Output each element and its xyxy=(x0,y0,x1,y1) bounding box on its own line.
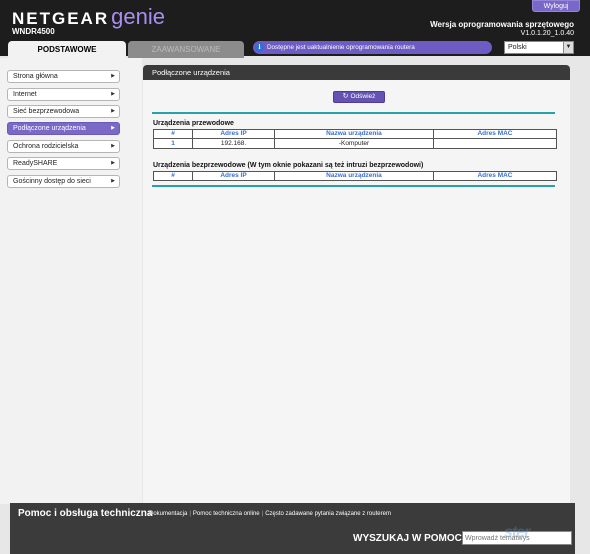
sidebar-item-readyshare[interactable]: ReadySHARE ▶ xyxy=(7,157,120,170)
search-help-label: WYSZUKAJ W POMOCY xyxy=(353,533,469,544)
tab-basic[interactable]: PODSTAWOWE xyxy=(8,41,126,58)
separator: | xyxy=(261,511,264,517)
column-header: Adres MAC xyxy=(433,171,557,181)
device-name: -Komputer xyxy=(274,138,434,149)
tab-advanced[interactable]: ZAAWANSOWANE xyxy=(128,41,244,58)
sidebar-item-home[interactable]: Strona główna ▶ xyxy=(7,70,120,83)
table-row: 1 192.168. -Komputer xyxy=(153,138,557,149)
page-title: Podłączone urządzenia xyxy=(143,65,570,80)
dropdown-arrow-icon: ▼ xyxy=(563,42,573,53)
chevron-right-icon: ▶ xyxy=(111,143,115,149)
chevron-right-icon: ▶ xyxy=(111,91,115,97)
wireless-devices-title: Urządzenia bezprzewodowe (W tym oknie po… xyxy=(153,162,424,169)
sidebar-item-wireless[interactable]: Sieć bezprzewodowa ▶ xyxy=(7,105,120,118)
sidebar-item-attached-devices[interactable]: Podłączone urządzenia ▶ xyxy=(7,122,120,135)
firmware-update-banner[interactable]: i Dostępne jest uaktualnienie oprogramow… xyxy=(253,41,492,54)
separator: | xyxy=(189,511,191,517)
sidebar-item-label: Strona główna xyxy=(13,73,58,80)
chevron-right-icon: ▶ xyxy=(111,160,115,166)
sidebar: Strona główna ▶ Internet ▶ Sieć bezprzew… xyxy=(0,58,142,504)
online-support-link[interactable]: Pomoc techniczna online xyxy=(193,511,260,517)
main-panel: Podłączone urządzenia ↻ Odśwież Urządzeni… xyxy=(143,65,570,504)
language-value: Polski xyxy=(508,44,527,51)
column-header: Adres MAC xyxy=(433,129,557,139)
sidebar-item-internet[interactable]: Internet ▶ xyxy=(7,88,120,101)
column-header: Adres IP xyxy=(192,171,275,181)
column-header: # xyxy=(153,129,193,139)
chevron-right-icon: ▶ xyxy=(111,125,115,131)
refresh-label: Odśwież xyxy=(350,93,376,100)
help-footer: Pomoc i obsługa techniczna Dokumentacja |… xyxy=(10,503,575,554)
update-banner-text: Dostępne jest uaktualnienie oprogramowan… xyxy=(267,44,415,51)
divider xyxy=(152,112,555,114)
column-header: Adres IP xyxy=(192,129,275,139)
sidebar-item-label: ReadySHARE xyxy=(13,160,58,167)
help-title: Pomoc i obsługa techniczna xyxy=(18,508,153,519)
sidebar-item-label: Internet xyxy=(13,91,37,98)
row-number: 1 xyxy=(153,138,193,149)
wired-devices-title: Urządzenia przewodowe xyxy=(153,120,234,127)
documentation-link[interactable]: Dokumentacja xyxy=(149,511,187,517)
ip-address: 192.168. xyxy=(192,138,275,149)
firmware-version: V1.0.1.20_1.0.40 xyxy=(520,30,574,37)
watermark-logo: ster xyxy=(504,524,530,541)
column-header: Nazwa urządzenia xyxy=(274,171,434,181)
info-icon: i xyxy=(255,43,264,52)
chevron-right-icon: ▶ xyxy=(111,73,115,79)
sidebar-item-label: Gościnny dostęp do sieci xyxy=(13,178,91,185)
chevron-right-icon: ▶ xyxy=(111,178,115,184)
sidebar-item-parental-controls[interactable]: Ochrona rodzicielska ▶ xyxy=(7,140,120,153)
column-header: # xyxy=(153,171,193,181)
faq-link[interactable]: Często zadawane pytania związane z route… xyxy=(265,511,391,517)
sidebar-item-label: Podłączone urządzenia xyxy=(13,125,86,132)
router-model: WNDR4500 xyxy=(12,27,55,36)
mac-address xyxy=(433,138,557,149)
sidebar-item-label: Sieć bezprzewodowa xyxy=(13,108,80,115)
sidebar-item-guest-network[interactable]: Gościnny dostęp do sieci ▶ xyxy=(7,175,120,188)
help-links: Dokumentacja | Pomoc techniczna online | Czę… xyxy=(149,511,391,517)
divider xyxy=(152,185,555,187)
brand-name: NETGEAR xyxy=(12,9,110,28)
language-select[interactable]: Polski ▼ xyxy=(504,41,574,54)
sidebar-item-label: Ochrona rodzicielska xyxy=(13,143,79,150)
refresh-icon: ↻ xyxy=(342,93,349,100)
refresh-button[interactable]: ↻ Odśwież xyxy=(333,91,385,103)
logout-button[interactable]: Wyloguj xyxy=(532,0,580,12)
wired-devices-table: # Adres IP Nazwa urządzenia Adres MAC 1 … xyxy=(153,129,557,149)
genie-name: genie xyxy=(111,4,165,29)
column-header: Nazwa urządzenia xyxy=(274,129,434,139)
wireless-devices-table: # Adres IP Nazwa urządzenia Adres MAC xyxy=(153,171,557,181)
chevron-right-icon: ▶ xyxy=(111,108,115,114)
firmware-label: Wersja oprogramowania sprzętowego xyxy=(430,20,574,29)
